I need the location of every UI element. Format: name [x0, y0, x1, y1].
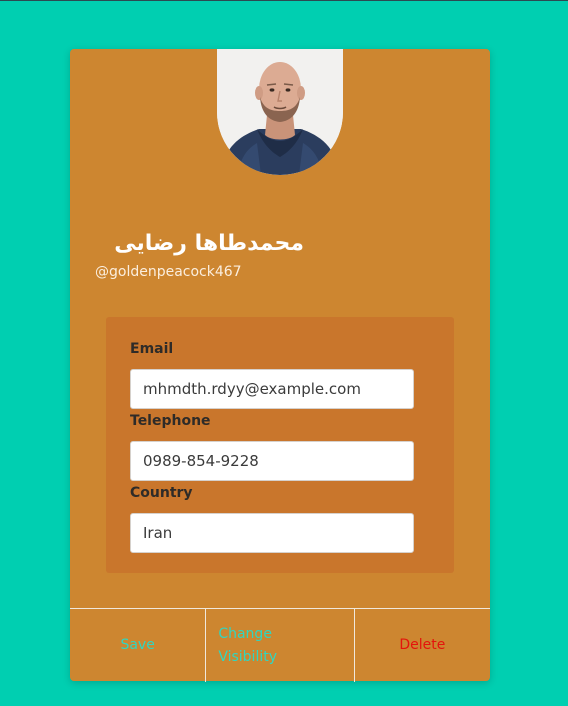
contact-info-panel: Email Telephone Country	[106, 317, 454, 573]
country-field[interactable]	[130, 513, 414, 553]
email-field[interactable]	[130, 369, 414, 409]
card-actions: Save Change Visibility Delete	[70, 608, 490, 682]
delete-button-label: Delete	[399, 637, 446, 653]
profile-card: محمدطاها رضایی @goldenpeacock467 Email T…	[70, 49, 490, 682]
profile-handle: @goldenpeacock467	[95, 264, 242, 280]
save-button[interactable]: Save	[70, 609, 205, 682]
country-label: Country	[130, 485, 193, 501]
change-visibility-button[interactable]: Change Visibility	[205, 609, 353, 682]
email-label: Email	[130, 341, 174, 357]
profile-name: محمدطاها رضایی	[114, 231, 304, 256]
save-button-label: Save	[120, 637, 155, 653]
avatar-photo	[217, 49, 343, 175]
telephone-field[interactable]	[130, 441, 414, 481]
delete-button[interactable]: Delete	[353, 609, 490, 682]
avatar	[217, 49, 343, 175]
change-visibility-button-label: Change Visibility	[218, 625, 278, 665]
telephone-label: Telephone	[130, 413, 211, 429]
